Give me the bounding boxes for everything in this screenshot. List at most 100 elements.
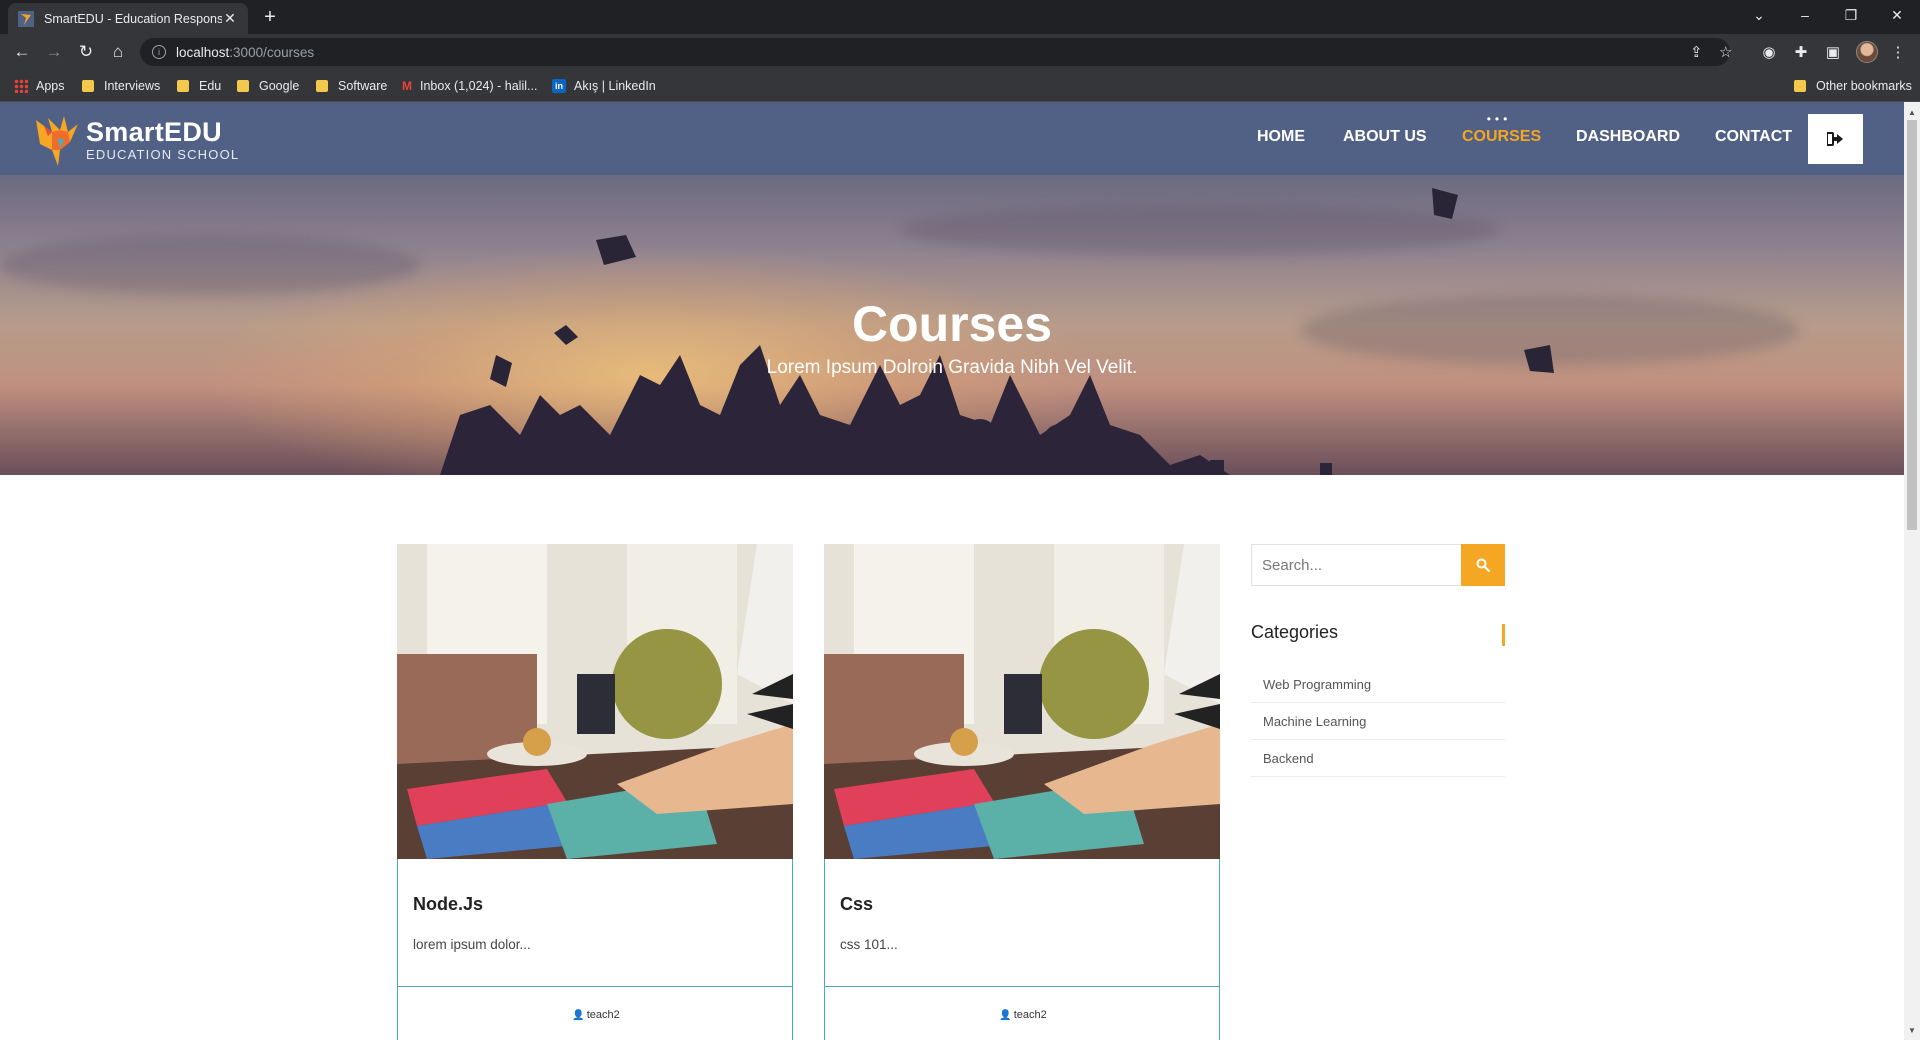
logout-button[interactable] xyxy=(1808,114,1863,164)
search-button[interactable] xyxy=(1461,544,1505,586)
course-card-footer: 👤 teach2 xyxy=(824,987,1220,1040)
phoenix-logo-icon xyxy=(36,116,78,166)
side-panel-icon[interactable]: ▣ xyxy=(1821,40,1845,64)
extension-record-icon[interactable]: ◉ xyxy=(1757,40,1781,64)
user-icon: 👤 xyxy=(999,1010,1012,1021)
bookmark-gmail[interactable]: M Inbox (1,024) - halil... xyxy=(402,78,537,94)
window-close-icon[interactable]: ✕ xyxy=(1874,0,1920,30)
folder-icon xyxy=(177,80,189,92)
course-photo xyxy=(397,544,793,859)
bookmark-label: Software xyxy=(338,79,388,93)
teacher-name: teach2 xyxy=(586,1009,620,1021)
teacher-name: teach2 xyxy=(1013,1009,1047,1021)
course-teacher: 👤 teach2 xyxy=(825,1009,1221,1021)
bookmarks-bar: Apps Interviews Edu Google Software M In… xyxy=(0,70,1920,102)
logo-name: SmartEDU xyxy=(86,117,222,147)
course-title[interactable]: Css xyxy=(840,894,873,915)
new-tab-icon[interactable]: + xyxy=(260,6,280,29)
bookmark-other[interactable]: Other bookmarks xyxy=(1794,78,1912,94)
bookmark-label: Other bookmarks xyxy=(1816,79,1912,93)
back-icon[interactable]: ← xyxy=(10,40,34,64)
hero-banner: Courses Lorem Ipsum Dolroin Gravida Nibh… xyxy=(0,175,1904,475)
scroll-down-icon[interactable]: ▼ xyxy=(1904,1022,1920,1038)
logo-subtitle: EDUCATION SCHOOL xyxy=(86,147,240,162)
scrollbar-thumb[interactable] xyxy=(1907,120,1917,530)
tab-search-icon[interactable]: ⌄ xyxy=(1736,0,1782,30)
site-logo[interactable]: SmartEDU EDUCATION SCHOOL xyxy=(30,110,239,170)
course-search xyxy=(1251,544,1505,586)
bookmark-google[interactable]: Google xyxy=(237,78,299,94)
nav-contact[interactable]: CONTACT xyxy=(1715,128,1792,146)
category-backend[interactable]: Backend xyxy=(1251,740,1505,777)
tab-title: SmartEDU - Education Responsive xyxy=(44,11,222,26)
scroll-up-icon[interactable]: ▲ xyxy=(1904,104,1920,120)
linkedin-icon: in xyxy=(552,79,566,93)
course-card-body: Node.Js lorem ipsum dolor... xyxy=(397,859,793,987)
sign-out-icon xyxy=(1826,132,1843,146)
home-icon[interactable]: ⌂ xyxy=(106,40,130,64)
folder-icon xyxy=(316,80,328,92)
browser-tab-strip: SmartEDU - Education Responsive ✕ + ⌄ – … xyxy=(0,0,1920,34)
url-path: :3000/courses xyxy=(229,44,315,60)
restore-icon[interactable]: ❐ xyxy=(1828,0,1874,30)
page-viewport: SmartEDU EDUCATION SCHOOL HOME ABOUT US … xyxy=(0,102,1904,1040)
course-description: lorem ipsum dolor... xyxy=(413,937,531,952)
tab-close-icon[interactable]: ✕ xyxy=(222,10,238,27)
browser-menu-icon[interactable]: ⋮ xyxy=(1886,40,1910,64)
url-host: localhost xyxy=(176,44,230,60)
course-card: Css css 101... 👤 teach2 xyxy=(824,544,1220,1040)
bookmark-star-icon[interactable]: ☆ xyxy=(1719,43,1732,61)
bookmark-software[interactable]: Software xyxy=(316,78,387,94)
share-icon[interactable]: ⇪ xyxy=(1690,43,1703,61)
nav-home[interactable]: HOME xyxy=(1257,128,1305,146)
folder-icon xyxy=(237,80,249,92)
nav-courses[interactable]: COURSES xyxy=(1462,128,1541,146)
categories-list: Web Programming Machine Learning Backend xyxy=(1251,666,1505,777)
page-subtitle: Lorem Ipsum Dolroin Gravida Nibh Vel Vel… xyxy=(766,357,1138,378)
bookmark-label: Edu xyxy=(199,79,222,93)
site-info-icon[interactable]: i xyxy=(152,45,166,59)
minimize-icon[interactable]: – xyxy=(1782,0,1828,30)
folder-icon xyxy=(82,80,94,92)
reload-icon[interactable]: ↻ xyxy=(74,40,98,64)
search-icon xyxy=(1476,558,1490,572)
bookmark-interviews[interactable]: Interviews xyxy=(82,78,160,94)
user-icon: 👤 xyxy=(572,1010,585,1021)
bookmark-label: Interviews xyxy=(104,79,161,93)
nav-dashboard[interactable]: DASHBOARD xyxy=(1576,128,1680,146)
course-title[interactable]: Node.Js xyxy=(413,894,483,915)
categories-accent-bar xyxy=(1502,624,1505,646)
course-card: Node.Js lorem ipsum dolor... 👤 teach2 xyxy=(397,544,793,1040)
extensions-puzzle-icon[interactable]: ✚ xyxy=(1789,40,1813,64)
forward-icon[interactable]: → xyxy=(42,40,66,64)
gmail-icon: M xyxy=(402,79,412,93)
bookmark-linkedin[interactable]: in Akış | LinkedIn xyxy=(552,78,656,94)
nav-about-us[interactable]: ABOUT US xyxy=(1343,128,1427,146)
course-card-body: Css css 101... xyxy=(824,859,1220,987)
course-card-footer: 👤 teach2 xyxy=(397,987,793,1040)
browser-toolbar: ← → ↻ ⌂ i localhost:3000/courses ⇪ ☆ ◉ ✚… xyxy=(0,34,1920,70)
bookmark-label: Inbox (1,024) - halil... xyxy=(420,79,538,93)
category-machine-learning[interactable]: Machine Learning xyxy=(1251,703,1505,740)
bookmark-label: Apps xyxy=(36,79,65,93)
profile-avatar[interactable] xyxy=(1856,41,1878,63)
categories-title: Categories xyxy=(1251,622,1339,642)
apps-grid-icon xyxy=(14,79,28,93)
course-image[interactable] xyxy=(397,544,793,859)
bookmark-label: Google xyxy=(259,79,300,93)
category-web-programming[interactable]: Web Programming xyxy=(1251,666,1505,703)
bookmark-label: Akış | LinkedIn xyxy=(574,79,656,93)
browser-tab[interactable]: SmartEDU - Education Responsive ✕ xyxy=(8,3,248,34)
address-bar[interactable]: i localhost:3000/courses xyxy=(140,38,1730,66)
folder-icon xyxy=(1794,80,1806,92)
course-image[interactable] xyxy=(824,544,1220,859)
site-header: SmartEDU EDUCATION SCHOOL HOME ABOUT US … xyxy=(0,102,1904,175)
course-teacher: 👤 teach2 xyxy=(398,1009,794,1021)
bookmark-apps[interactable]: Apps xyxy=(14,78,65,94)
course-description: css 101... xyxy=(840,937,898,952)
search-input[interactable] xyxy=(1251,544,1461,586)
course-photo xyxy=(824,544,1220,859)
site-favicon-icon xyxy=(18,10,34,27)
bookmark-edu[interactable]: Edu xyxy=(177,78,221,94)
page-scrollbar[interactable]: ▲ ▼ xyxy=(1904,102,1920,1040)
